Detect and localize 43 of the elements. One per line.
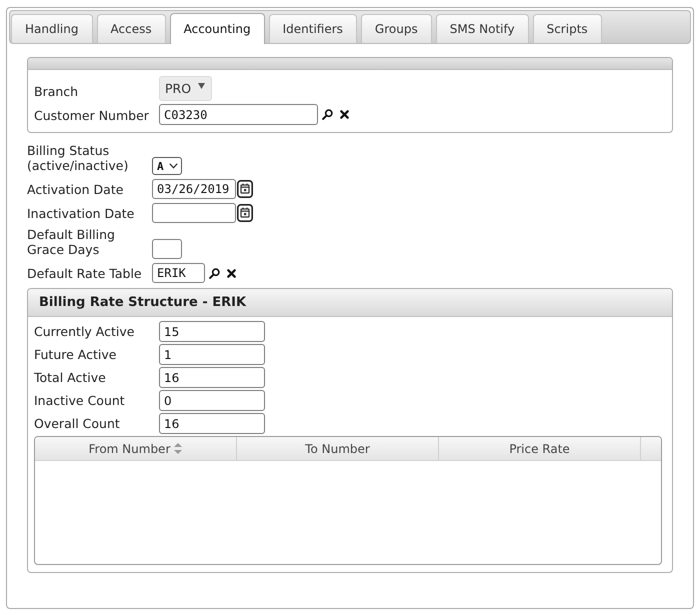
tab[interactable]: Accounting	[170, 13, 265, 44]
count-field[interactable]: 1	[159, 344, 265, 365]
caret-icon	[169, 163, 178, 169]
field-label: Overall Count	[34, 416, 121, 431]
tab[interactable]: Identifiers	[268, 14, 357, 43]
field-label: Inactive Count	[34, 393, 126, 408]
field-label: Future Active	[34, 347, 118, 362]
input-field[interactable]	[152, 239, 182, 259]
search-icon[interactable]	[322, 109, 333, 120]
panel-header: Billing Rate Structure - ERIK	[28, 289, 672, 317]
count-field[interactable]: 0	[159, 390, 265, 411]
close-icon[interactable]	[227, 268, 236, 278]
count-field[interactable]: 15	[159, 321, 265, 342]
field-label: Default Billing Grace Days	[27, 227, 116, 259]
field-label: Branch	[34, 84, 80, 101]
tab[interactable]: Handling	[11, 14, 92, 43]
date-field[interactable]: 03/26/2019	[152, 179, 236, 199]
field-label: Billing Status (active/inactive)	[27, 143, 130, 175]
caret-icon	[198, 83, 206, 89]
calendar-icon[interactable]	[237, 204, 253, 222]
dropdown[interactable]: A	[152, 157, 182, 175]
count-field[interactable]: 16	[159, 413, 265, 434]
input-field[interactable]: ERIK	[152, 263, 205, 283]
calendar-icon[interactable]	[237, 180, 253, 198]
field-label: Activation Date	[27, 182, 124, 199]
date-field[interactable]	[152, 203, 236, 223]
tab[interactable]: Access	[96, 14, 166, 43]
column-header[interactable]: To Number	[305, 442, 370, 456]
close-icon[interactable]	[340, 110, 349, 119]
count-field[interactable]: 16	[159, 367, 265, 388]
tab[interactable]: Scripts	[532, 14, 602, 43]
field-label: Customer Number	[34, 108, 150, 125]
tab[interactable]: Groups	[360, 14, 432, 43]
tab[interactable]: SMS Notify	[436, 14, 529, 43]
column-header[interactable]: Price Rate	[509, 442, 570, 456]
column-header[interactable]: From Number	[88, 442, 170, 456]
field-label: Inactivation Date	[27, 206, 136, 223]
field-label: Currently Active	[34, 324, 136, 339]
field-label: Default Rate Table	[27, 266, 143, 283]
field-label: Total Active	[34, 370, 107, 385]
search-icon[interactable]	[209, 268, 220, 278]
dropdown[interactable]: PRO	[159, 76, 212, 101]
input-field[interactable]: C03230	[159, 104, 318, 125]
